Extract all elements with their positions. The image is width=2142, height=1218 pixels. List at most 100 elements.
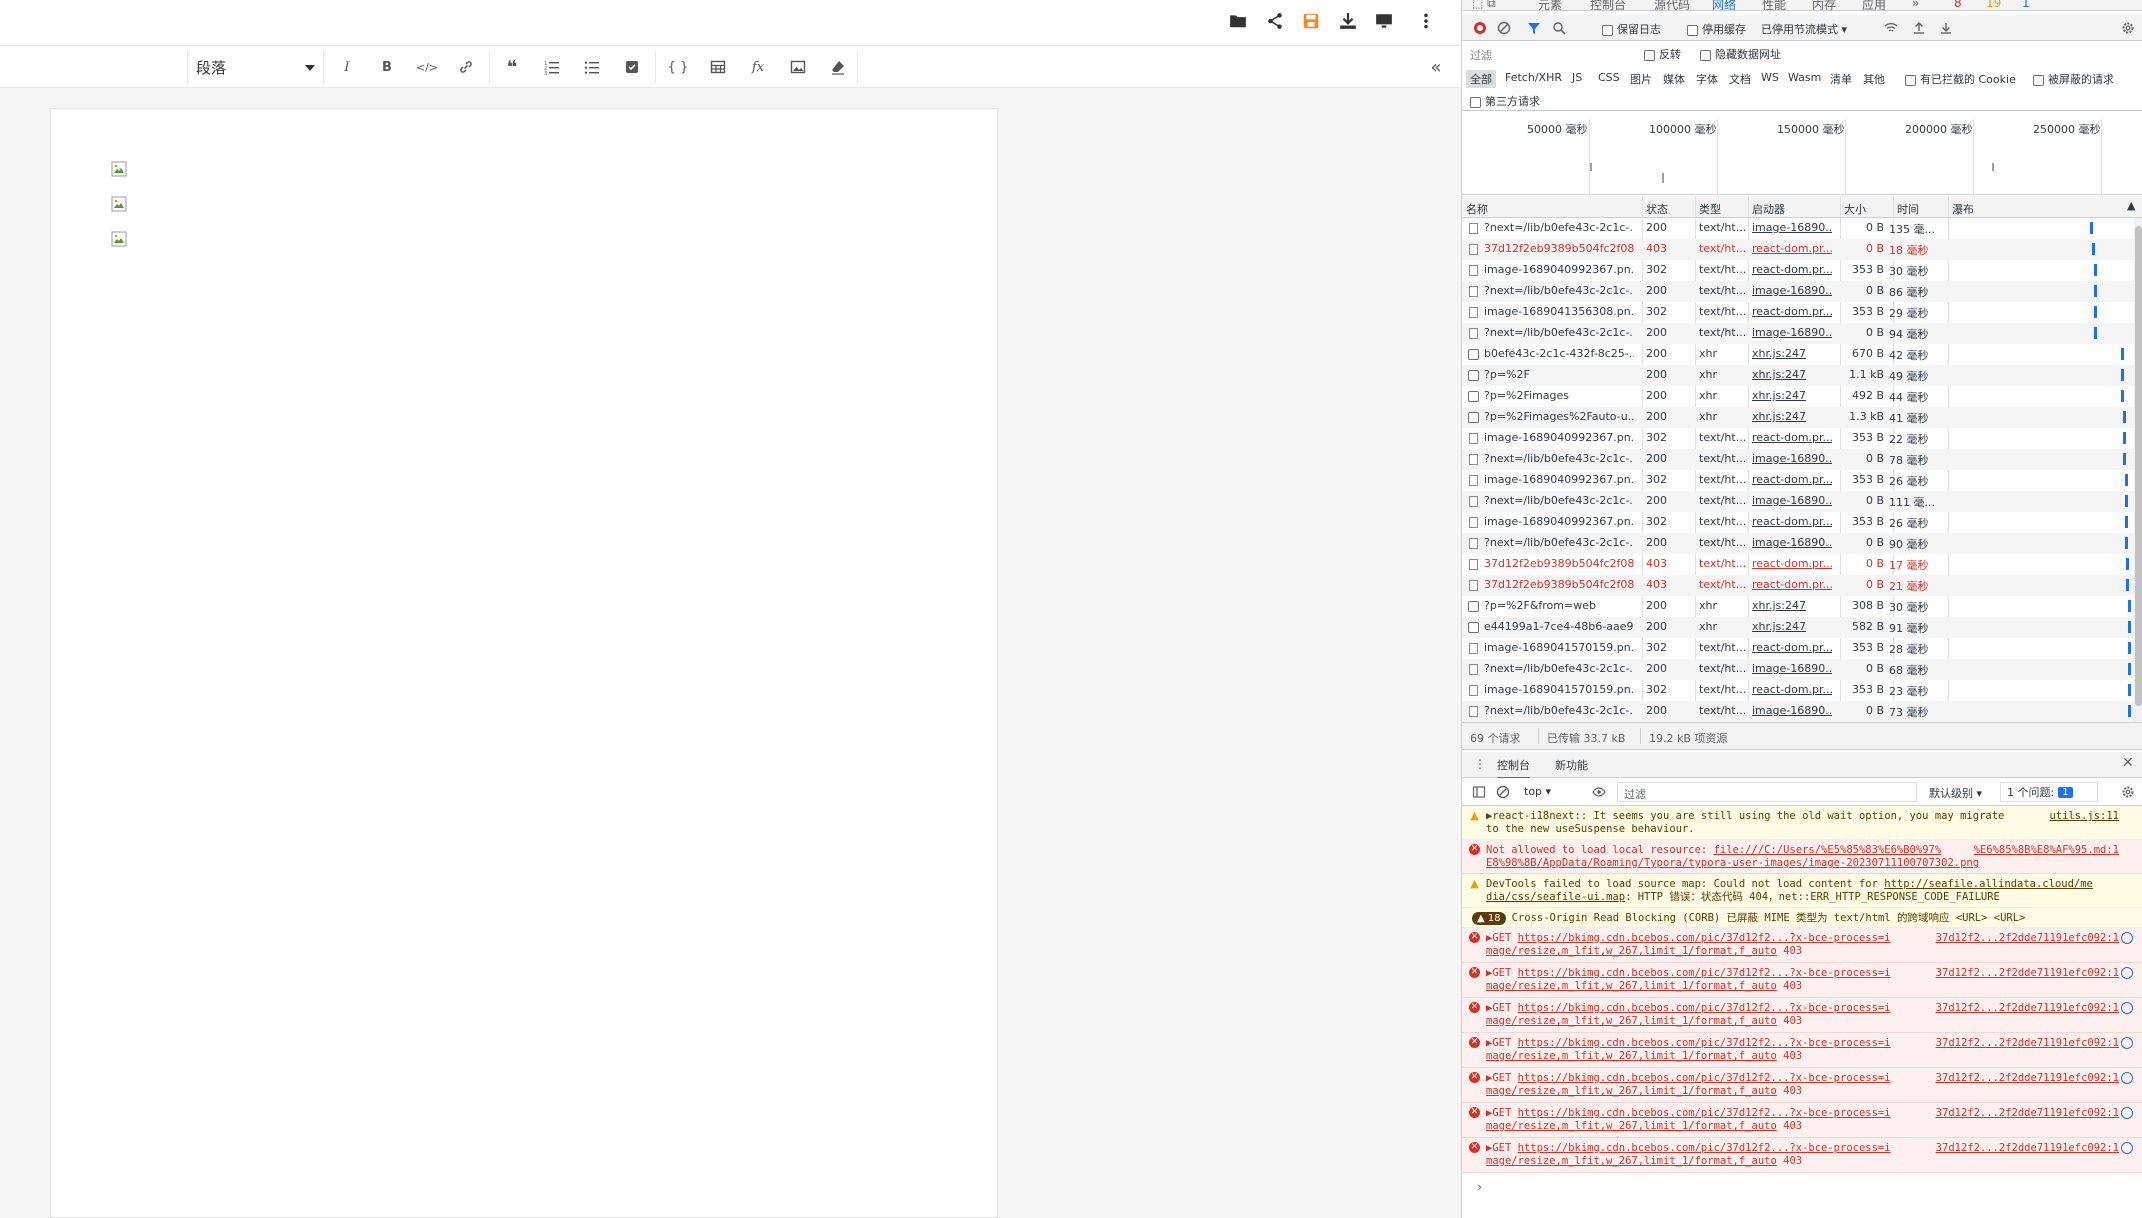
type-filter-other[interactable]: 其他 (1863, 71, 1885, 87)
throttling-select[interactable]: 已停用节流模式 ▾ (1761, 21, 1847, 37)
request-url-link[interactable]: https://bkimg.cdn.bcebos.com/pic/37d12f2… (1518, 1002, 1891, 1014)
table-icon[interactable] (704, 53, 732, 81)
column-initiator[interactable]: 启动器 (1752, 201, 1785, 217)
request-row[interactable]: ?next=/lib/b0efe43c-2c1c-... 200 text/ht..… (1462, 701, 2134, 722)
context-select[interactable]: top ▾ (1524, 785, 1551, 798)
request-row[interactable]: image-1689041570159.pn... 302 text/ht... re… (1462, 638, 2134, 659)
request-url-link[interactable]: https://bkimg.cdn.bcebos.com/pic/37d12f2… (1518, 967, 1891, 979)
request-row[interactable]: image-1689040992367.pn... 302 text/ht... re… (1462, 428, 2134, 449)
upload-icon[interactable] (1910, 19, 1928, 37)
unordered-list-icon[interactable] (578, 53, 606, 81)
source-link[interactable]: 37d12f2...2f2dde71191efc092:1 (1936, 1107, 2119, 1120)
request-initiator[interactable]: react-dom.pr... (1752, 242, 1832, 255)
source-map-link[interactable]: http://seafile.allindata.cloud/me (1884, 878, 2093, 890)
source-map-link[interactable]: dia/css/seafile-ui.map (1486, 891, 1625, 903)
save-icon[interactable] (1294, 4, 1328, 38)
document-page[interactable] (50, 108, 998, 1218)
network-request-icon[interactable] (2121, 1142, 2133, 1154)
tab-memory[interactable]: 内存 (1812, 0, 1836, 10)
monitor-icon[interactable] (1367, 4, 1401, 38)
clear-icon[interactable] (1495, 19, 1513, 37)
formula-icon[interactable]: fx (744, 53, 772, 81)
request-row[interactable]: ?next=/lib/b0efe43c-2c1c-... 200 text/ht..… (1462, 533, 2134, 554)
type-filter-css[interactable]: CSS (1598, 71, 1620, 84)
console-settings-icon[interactable] (2119, 783, 2137, 801)
request-initiator[interactable]: react-dom.pr... (1752, 641, 1832, 654)
request-url-link[interactable]: mage/resize,m_lfit,w_267,limit_1/format,… (1486, 1085, 1777, 1097)
hide-data-urls-checkbox[interactable]: 隐藏数据网址 (1700, 46, 1781, 62)
request-initiator[interactable]: image-16890... (1752, 662, 1832, 675)
source-link[interactable]: %E6%85%8B%E8%AF%95.md:1 (1974, 844, 2119, 857)
collapse-outline-button[interactable]: « (1422, 53, 1450, 81)
tab-more[interactable]: » (1912, 0, 1919, 10)
tab-network[interactable]: 网络 (1712, 0, 1736, 10)
sidebar-toggle-icon[interactable] (1470, 783, 1488, 801)
request-initiator[interactable]: xhr.js:247 (1752, 599, 1832, 612)
type-filter-font[interactable]: 字体 (1696, 71, 1718, 87)
link-icon[interactable] (452, 53, 480, 81)
console-corb-warning[interactable]: ▲ 18 Cross-Origin Read Blocking (CORB) 已屏… (1462, 908, 2142, 928)
source-link[interactable]: 37d12f2...2f2dde71191efc092:1 (1936, 1072, 2119, 1085)
request-row[interactable]: ?next=/lib/b0efe43c-2c1c-... 200 text/ht..… (1462, 491, 2134, 512)
request-row[interactable]: ?next=/lib/b0efe43c-2c1c-... 200 text/ht..… (1462, 281, 2134, 302)
request-url-link[interactable]: mage/resize,m_lfit,w_267,limit_1/format,… (1486, 1015, 1777, 1027)
close-drawer-icon[interactable]: ✕ (2122, 755, 2134, 771)
request-initiator[interactable]: react-dom.pr... (1752, 263, 1832, 276)
request-url-link[interactable]: https://bkimg.cdn.bcebos.com/pic/37d12f2… (1518, 1142, 1891, 1154)
request-initiator[interactable]: react-dom.pr... (1752, 683, 1832, 696)
request-row[interactable]: ?p=%2F&from=web 200 xhr xhr.js:247 308 B 30 毫… (1462, 596, 2134, 617)
console-prompt[interactable]: › (1476, 1180, 1483, 1194)
expand-get[interactable]: ▶GET (1486, 1037, 1518, 1049)
expand-get[interactable]: ▶GET (1486, 1142, 1518, 1154)
preserve-log-checkbox[interactable]: 保留日志 (1602, 21, 1661, 37)
request-url-link[interactable]: mage/resize,m_lfit,w_267,limit_1/format,… (1486, 1120, 1777, 1132)
source-link[interactable]: 37d12f2...2f2dde71191efc092:1 (1936, 1142, 2119, 1155)
request-row[interactable]: b0efe43c-2c1c-432f-8c25-... 200 xhr xhr.js:… (1462, 344, 2134, 365)
blocked-requests-checkbox[interactable]: 被屏蔽的请求 (2033, 71, 2114, 87)
sort-arrow-icon[interactable]: ▲ (2127, 199, 2135, 212)
request-url-link[interactable]: mage/resize,m_lfit,w_267,limit_1/format,… (1486, 1050, 1777, 1062)
network-filter-input[interactable]: 过滤 (1470, 47, 1492, 63)
clear-console-icon[interactable] (1494, 783, 1512, 801)
request-initiator[interactable]: image-16890... (1752, 536, 1832, 549)
source-link[interactable]: 37d12f2...2f2dde71191efc092:1 (1936, 1002, 2119, 1015)
expand-get[interactable]: ▶GET (1486, 1002, 1518, 1014)
request-url-link[interactable]: https://bkimg.cdn.bcebos.com/pic/37d12f2… (1518, 932, 1891, 944)
network-overview-timeline[interactable]: 50000 毫秒 100000 毫秒 150000 毫秒 200000 毫秒 2… (1462, 113, 2142, 195)
column-status[interactable]: 状态 (1646, 201, 1668, 217)
column-waterfall[interactable]: 瀑布 (1952, 201, 1974, 217)
column-size[interactable]: 大小 (1844, 201, 1866, 217)
quote-icon[interactable]: ❝ (498, 53, 526, 81)
search-icon[interactable] (1550, 19, 1568, 37)
column-name[interactable]: 名称 (1466, 201, 1488, 217)
disable-cache-checkbox[interactable]: 停用缓存 (1687, 21, 1746, 37)
file-link[interactable]: file:///C:/Users/%E5%85%83%E6%B0%97% (1714, 844, 1942, 856)
drawer-menu-icon[interactable]: ⋮ (1474, 757, 1486, 771)
tab-drawer-console[interactable]: 控制台 (1497, 757, 1530, 779)
request-url-link[interactable]: mage/resize,m_lfit,w_267,limit_1/format,… (1486, 1155, 1777, 1167)
tab-sources[interactable]: 源代码 (1654, 0, 1690, 10)
request-url-link[interactable]: https://bkimg.cdn.bcebos.com/pic/37d12f2… (1518, 1107, 1891, 1119)
tab-whats-new[interactable]: 新功能 (1555, 757, 1588, 773)
network-request-icon[interactable] (2121, 1002, 2133, 1014)
error-count-badge[interactable]: 8 (1954, 0, 1962, 10)
request-row[interactable]: 37d12f2eb9389b504fc2f08... 403 text/ht... r… (1462, 575, 2134, 596)
eye-icon[interactable] (1590, 783, 1608, 801)
column-type[interactable]: 类型 (1699, 201, 1721, 217)
request-url-link[interactable]: mage/resize,m_lfit,w_267,limit_1/format,… (1486, 945, 1777, 957)
request-row[interactable]: image-1689041356308.pn... 302 text/ht... re… (1462, 302, 2134, 323)
expand-get[interactable]: ▶GET (1486, 967, 1518, 979)
request-row[interactable]: ?next=/lib/b0efe43c-2c1c-... 200 text/ht..… (1462, 659, 2134, 680)
record-icon[interactable] (1471, 19, 1489, 37)
request-row[interactable]: image-1689040992367.pn... 302 text/ht... re… (1462, 512, 2134, 533)
network-request-icon[interactable] (2121, 932, 2133, 944)
request-initiator[interactable]: react-dom.pr... (1752, 305, 1832, 318)
folder-icon[interactable] (1221, 4, 1255, 38)
ordered-list-icon[interactable]: 123 (538, 53, 566, 81)
request-initiator[interactable]: react-dom.pr... (1752, 515, 1832, 528)
request-initiator[interactable]: xhr.js:247 (1752, 410, 1832, 423)
checklist-icon[interactable] (618, 53, 646, 81)
italic-icon[interactable]: I (333, 53, 361, 81)
source-link[interactable]: 37d12f2...2f2dde71191efc092:1 (1936, 932, 2119, 945)
request-row[interactable]: ?p=%2Fimages 200 xhr xhr.js:247 492 B 44 毫秒 (1462, 386, 2134, 407)
